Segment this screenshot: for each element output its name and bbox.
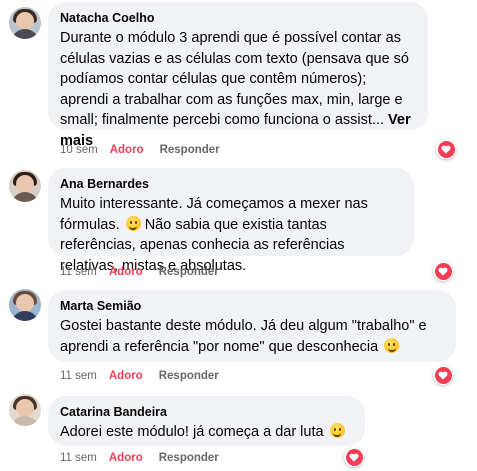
smiling-face-emoji-icon (329, 423, 345, 438)
love-reaction-button[interactable]: Adoro (109, 369, 143, 383)
avatar[interactable] (9, 170, 41, 202)
reaction-count[interactable] (433, 365, 453, 385)
love-reaction-button[interactable]: Adoro (110, 143, 144, 157)
avatar[interactable] (9, 7, 41, 39)
comment-author[interactable]: Catarina Bandeira (60, 404, 353, 421)
heart-icon (434, 366, 452, 384)
comment-author[interactable]: Marta Semião (60, 298, 444, 315)
heart-icon (434, 262, 452, 280)
comment-text: Gostei bastante deste módulo. Já deu alg… (60, 316, 444, 357)
love-reaction-button[interactable]: Adoro (109, 451, 143, 465)
grinning-face-emoji-icon (384, 337, 400, 353)
reply-button[interactable]: Responder (159, 451, 219, 465)
comment-meta: 10 sem Adoro Responder (60, 143, 220, 157)
comment-body: Adorei este módulo! já começa a dar luta (60, 424, 328, 440)
heart-icon (437, 140, 455, 158)
reply-button[interactable]: Responder (159, 265, 219, 279)
comment-meta: 11 sem Adoro Responder (60, 265, 219, 279)
smiling-face-emoji-icon (125, 215, 141, 231)
comment-time[interactable]: 11 sem (60, 451, 97, 465)
love-reaction-button[interactable]: Adoro (109, 265, 143, 279)
comment-author[interactable]: Natacha Coelho (60, 10, 416, 27)
comment-body: Durante o módulo 3 aprendi que é possíve… (60, 30, 409, 128)
comment-text: Muito interessante. Já começamos a mexer… (60, 194, 402, 276)
comment-text: Durante o módulo 3 aprendi que é possíve… (60, 28, 416, 151)
comment-time[interactable]: 11 sem (60, 265, 97, 279)
comment-bubble: Natacha Coelho Durante o módulo 3 aprend… (48, 2, 428, 149)
comment-author[interactable]: Ana Bernardes (60, 176, 402, 193)
comment-bubble: Catarina Bandeira Adorei este módulo! já… (48, 396, 365, 446)
comment-body: Gostei bastante deste módulo. Já deu alg… (60, 318, 427, 355)
reaction-count[interactable] (433, 261, 453, 281)
comment-text: Adorei este módulo! já começa a dar luta (60, 422, 353, 443)
comment-time[interactable]: 10 sem (60, 143, 98, 157)
reply-button[interactable]: Responder (160, 143, 220, 157)
comment-meta: 11 sem Adoro Responder (60, 451, 219, 465)
comment-bubble: Ana Bernardes Muito interessante. Já com… (48, 168, 414, 274)
reaction-count[interactable] (436, 139, 456, 159)
reply-button[interactable]: Responder (159, 369, 219, 383)
avatar[interactable] (9, 394, 41, 426)
heart-icon (345, 448, 363, 466)
comment-meta: 11 sem Adoro Responder (60, 369, 219, 383)
comment-time[interactable]: 11 sem (60, 369, 97, 383)
reaction-count[interactable] (344, 447, 364, 467)
comment-bubble: Marta Semião Gostei bastante deste módul… (48, 290, 456, 362)
avatar[interactable] (9, 289, 41, 321)
